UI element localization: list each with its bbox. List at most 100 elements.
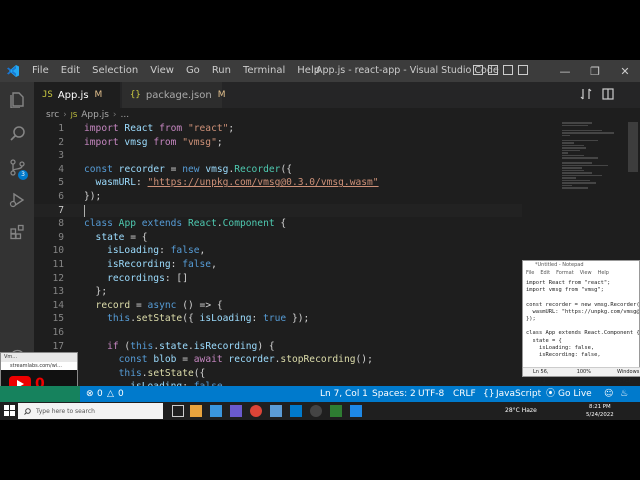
explorer-icon[interactable] — [0, 84, 34, 114]
code-line: 15 this.setState({ isLoading: true }); — [34, 312, 522, 326]
minimap[interactable] — [562, 122, 626, 202]
app-icon[interactable] — [270, 405, 282, 417]
chrome-icon[interactable] — [250, 405, 262, 417]
modified-indicator: M — [217, 90, 226, 100]
notepad-text-area[interactable]: import React from "react"; import vmsg f… — [523, 278, 639, 366]
error-count[interactable]: 0 — [97, 386, 103, 402]
end-of-line[interactable]: CRLF — [453, 386, 476, 402]
taskbar-search-box[interactable]: Type here to search — [18, 403, 163, 419]
code-text: wasmURL: "https://unpkg.com/vmsg@0.3.0/v… — [84, 177, 379, 189]
notepad-menu-edit[interactable]: Edit — [540, 270, 550, 278]
menu-view[interactable]: View — [144, 60, 180, 82]
code-text: if (this.state.isRecording) { — [84, 340, 275, 352]
line-number: 10 — [52, 245, 64, 257]
search-icon[interactable] — [0, 118, 34, 148]
notepad-menu-file[interactable]: File — [526, 270, 534, 278]
menu-go[interactable]: Go — [180, 60, 206, 82]
warning-icon[interactable]: △ — [107, 386, 114, 402]
minimize-icon[interactable]: — — [550, 60, 580, 82]
feedback-icon[interactable]: ☺ — [604, 386, 613, 402]
code-line: 8 class App extends React.Component { — [34, 217, 522, 231]
code-text: isRecording: false, — [84, 259, 217, 270]
notepad-taskbar-icon[interactable] — [350, 405, 362, 417]
line-number: 11 — [52, 259, 64, 270]
notepad-menu-format[interactable]: Format — [556, 270, 574, 278]
code-line: 6}); — [34, 190, 522, 204]
notepad-window[interactable]: *Untitled - Notepad File Edit Format Vie… — [522, 260, 640, 384]
weather-widget[interactable]: 28°C Haze — [505, 402, 537, 420]
menu-run[interactable]: Run — [206, 60, 237, 82]
breadcrumb-symbol[interactable]: ... — [121, 110, 130, 120]
notepad-menu: File Edit Format View Help — [523, 270, 639, 278]
extensions-icon[interactable] — [0, 216, 34, 246]
code-text: isLoading: false, — [84, 245, 206, 257]
line-number: 2 — [58, 136, 64, 148]
run-debug-icon[interactable] — [0, 184, 34, 214]
cursor-position[interactable]: Ln 7, Col 1 — [320, 386, 368, 402]
vscode-taskbar-icon[interactable] — [290, 405, 302, 417]
activity-bar: 3 — [0, 82, 34, 388]
windows-start-icon[interactable] — [4, 405, 15, 416]
language-mode[interactable]: JavaScript — [496, 386, 541, 402]
open-changes-icon[interactable] — [580, 88, 592, 100]
app-icon[interactable] — [230, 405, 242, 417]
tab-app-js[interactable]: JS App.js M — [34, 82, 120, 108]
notepad-zoom: 100% — [576, 369, 591, 375]
notifications-bell-icon[interactable]: ♨ — [620, 386, 628, 402]
clock-time: 8:21 PM — [588, 404, 611, 410]
go-live-button[interactable]: Go Live — [558, 386, 592, 402]
customize-layout-icon[interactable] — [518, 65, 528, 75]
app-icon[interactable] — [330, 405, 342, 417]
code-line: 10 isLoading: false, — [34, 244, 522, 258]
source-control-icon[interactable]: 3 — [0, 152, 34, 182]
tab-label: App.js — [57, 89, 89, 101]
toggle-panel-icon[interactable] — [488, 65, 498, 75]
thumbnail-tab-label: Vm... — [1, 353, 77, 362]
chevron-right-icon: › — [112, 110, 117, 120]
tab-package-json[interactable]: {} package.json M — [122, 82, 225, 108]
notepad-menu-help[interactable]: Help — [598, 270, 609, 278]
line-number: 1 — [58, 123, 64, 134]
code-text: this.setState({ — [84, 367, 206, 379]
line-number: 5 — [58, 177, 64, 189]
line-number: 15 — [52, 313, 64, 325]
split-editor-icon[interactable] — [602, 88, 614, 100]
obs-icon[interactable] — [310, 405, 322, 417]
close-icon[interactable]: ✕ — [610, 60, 640, 82]
menu-terminal[interactable]: Terminal — [237, 60, 291, 82]
encoding[interactable]: UTF-8 — [418, 386, 444, 402]
errors-icon[interactable]: ⊗ — [86, 386, 94, 402]
menu-edit[interactable]: Edit — [55, 60, 86, 82]
menu-selection[interactable]: Selection — [86, 60, 144, 82]
code-line: 18 const blob = await recorder.stopRecor… — [34, 353, 522, 367]
breadcrumb-src[interactable]: src — [46, 110, 59, 120]
breadcrumb-file[interactable]: App.js — [81, 110, 109, 120]
restore-icon[interactable]: ❐ — [580, 60, 610, 82]
code-line: 12 recordings: [] — [34, 272, 522, 286]
javascript-file-icon: JS — [42, 90, 53, 100]
indentation[interactable]: Spaces: 2 — [372, 386, 416, 402]
toggle-sidebar-icon[interactable] — [473, 65, 483, 75]
file-explorer-icon[interactable] — [190, 405, 202, 417]
go-live-icon: ⦿ — [546, 389, 556, 399]
source-control-badge: 3 — [18, 170, 28, 180]
remote-indicator[interactable] — [0, 386, 80, 402]
vscode-logo-icon[interactable] — [0, 60, 26, 82]
code-line: 1 import React from "react"; — [34, 122, 522, 136]
edge-icon[interactable] — [210, 405, 222, 417]
warning-count[interactable]: 0 — [118, 386, 124, 402]
text-cursor — [84, 204, 85, 217]
menu-file[interactable]: File — [26, 60, 55, 82]
toggle-secondary-sidebar-icon[interactable] — [503, 65, 513, 75]
task-view-icon[interactable] — [172, 405, 184, 417]
search-icon — [24, 407, 31, 415]
window-title: App.js - react-app - Visual Studio Code — [316, 65, 499, 76]
code-text: state = { — [84, 231, 148, 243]
code-text: recordings: [] — [84, 272, 188, 284]
notepad-menu-view[interactable]: View — [580, 270, 592, 278]
notepad-status-bar: Ln 56, Col 1 100% Windows (CRLF) — [523, 367, 640, 384]
code-line: 13 }; — [34, 285, 522, 299]
taskbar-clock[interactable]: 8:21 PM 5/24/2022 — [586, 403, 614, 419]
editor-scrollbar[interactable] — [628, 122, 638, 172]
code-editor[interactable]: 1 import React from "react"; 2 import vmsg… — [34, 122, 522, 386]
